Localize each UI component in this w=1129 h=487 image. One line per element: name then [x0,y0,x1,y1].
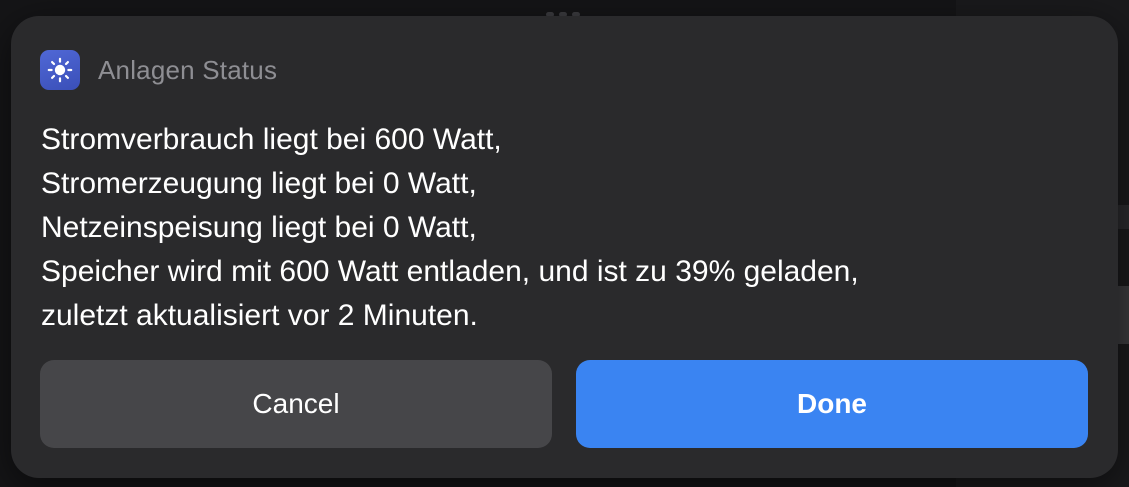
sun-icon-glyph [47,57,73,83]
message-line: zuletzt aktualisiert vor 2 Minuten. [41,299,478,332]
dialog-header: Anlagen Status [40,50,277,90]
app-title: Anlagen Status [98,54,278,85]
message-line: Speicher wird mit 600 Watt entladen, und… [41,255,859,288]
cancel-button[interactable]: Cancel [40,360,552,448]
status-dialog: Anlagen Status Stromverbrauch liegt bei … [11,16,1118,478]
dialog-buttons: Cancel Done [40,360,1088,448]
sun-icon [40,50,80,90]
message-line: Stromverbrauch liegt bei 600 Watt, [41,123,502,156]
status-message: Stromverbrauch liegt bei 600 Watt, Strom… [41,118,1091,338]
message-line: Stromerzeugung liegt bei 0 Watt, [41,167,477,200]
message-line: Netzeinspeisung liegt bei 0 Watt, [41,211,477,244]
done-button[interactable]: Done [576,360,1088,448]
